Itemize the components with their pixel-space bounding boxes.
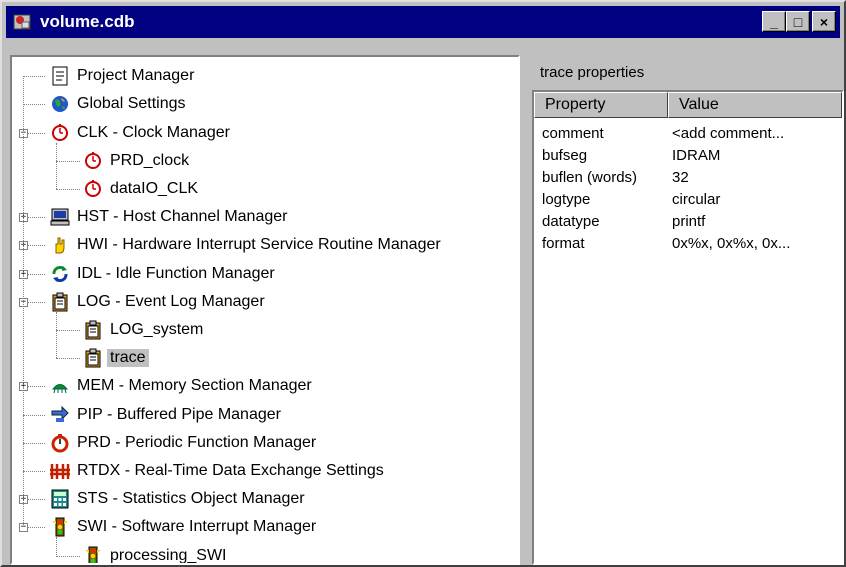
title-bar[interactable]: volume.cdb _ □ × — [6, 6, 840, 38]
tree-branch-line — [56, 537, 57, 556]
properties-list[interactable]: Property Value comment <add comment... buf… — [532, 90, 844, 565]
property-value: <add comment... — [672, 124, 785, 142]
pipe-icon — [49, 404, 71, 426]
tree-item-label: trace — [107, 349, 149, 368]
tree-item-label: LOG - Event Log Manager — [77, 292, 265, 310]
window-title: volume.cdb — [40, 12, 135, 31]
tree-item-label: Project Manager — [77, 67, 195, 85]
tree-item-label: IDL - Idle Function Manager — [77, 264, 275, 282]
property-row[interactable]: buflen (words) 32 — [542, 166, 689, 188]
traffic-light-icon — [82, 545, 104, 563]
tree-item-label: RTDX - Real-Time Data Exchange Settings — [77, 461, 384, 479]
property-row[interactable]: logtype circular — [542, 188, 720, 210]
tree-item-label: PRD - Periodic Function Manager — [77, 433, 317, 451]
clock-icon — [82, 178, 104, 200]
config-tree[interactable]: Project Manager Global Settings CLK - Cloc… — [10, 55, 520, 565]
traffic-light-icon — [49, 516, 71, 538]
tree-item-7[interactable]: IDL - Idle Function Manager — [25, 260, 275, 288]
tree-item-6[interactable]: HWI - Hardware Interrupt Service Routine… — [25, 231, 441, 259]
tree-item-label: MEM - Memory Section Manager — [77, 377, 312, 395]
tree-item-8[interactable]: LOG - Event Log Manager — [25, 288, 265, 316]
tree-item-15[interactable]: STS - Statistics Object Manager — [25, 485, 305, 513]
document-icon — [49, 65, 71, 87]
column-header-value[interactable]: Value — [668, 92, 842, 118]
tree-item-label: Global Settings — [77, 95, 186, 113]
tree-connector — [23, 104, 45, 105]
property-row[interactable]: datatype printf — [542, 210, 705, 232]
chip-icon — [49, 375, 71, 397]
clock-icon — [49, 122, 71, 144]
tree-connector — [56, 161, 80, 162]
tree-connector — [23, 471, 45, 472]
tree-connector — [23, 76, 45, 77]
loop-icon — [49, 263, 71, 285]
stopwatch-icon — [49, 432, 71, 454]
tree-item-label: CLK - Clock Manager — [77, 123, 230, 141]
property-row[interactable]: comment <add comment... — [542, 122, 784, 144]
close-button[interactable]: × — [812, 11, 836, 32]
property-name: buflen (words) — [542, 168, 638, 186]
property-value: 32 — [672, 168, 689, 186]
tree-item-label: STS - Statistics Object Manager — [77, 490, 305, 508]
tree-connector — [56, 330, 80, 331]
tree-item-label: PIP - Buffered Pipe Manager — [77, 405, 281, 423]
tree-item-13[interactable]: PRD - Periodic Function Manager — [25, 429, 316, 457]
tree-connector — [56, 358, 80, 359]
tree-item-14[interactable]: RTDX - Real-Time Data Exchange Settings — [25, 457, 384, 485]
properties-title: trace properties — [540, 63, 645, 81]
computer-icon — [49, 206, 71, 228]
property-value: 0x%x, 0x%x, 0x... — [672, 234, 791, 252]
tree-item-label: HWI - Hardware Interrupt Service Routine… — [77, 236, 441, 254]
window-controls: _ □ × — [762, 11, 836, 32]
property-name: logtype — [542, 190, 591, 208]
tree-item-16[interactable]: SWI - Software Interrupt Manager — [25, 513, 316, 541]
column-header-property[interactable]: Property — [534, 92, 668, 118]
property-name: format — [542, 234, 585, 252]
property-row[interactable]: bufseg IDRAM — [542, 144, 720, 166]
tree-item-17[interactable]: processing_SWI — [58, 542, 227, 564]
tree-item-0[interactable]: Project Manager — [25, 62, 194, 90]
tree-branch-line — [56, 142, 57, 189]
tree-item-label: LOG_system — [110, 320, 204, 338]
calculator-icon — [49, 488, 71, 510]
property-value: circular — [672, 190, 721, 208]
rtdx-icon — [49, 460, 71, 482]
tree-root-line — [23, 76, 24, 528]
tree-connector — [56, 189, 80, 190]
main-window: volume.cdb _ □ × Project Manager Global S… — [0, 0, 846, 567]
minimize-button[interactable]: _ — [762, 11, 786, 32]
tree-connector — [23, 415, 45, 416]
tree-branch-line — [56, 311, 57, 359]
globe-icon — [49, 93, 71, 115]
clipboard-icon — [82, 347, 104, 369]
minimize-icon: _ — [770, 13, 778, 30]
tree-item-label: PRD_clock — [110, 151, 190, 169]
tree-item-1[interactable]: Global Settings — [25, 90, 186, 118]
property-value: printf — [672, 212, 706, 230]
property-value: IDRAM — [672, 146, 721, 164]
tree-connector — [23, 443, 45, 444]
property-name: datatype — [542, 212, 600, 230]
tree-item-11[interactable]: MEM - Memory Section Manager — [25, 372, 312, 400]
property-name: comment — [542, 124, 604, 142]
tree-item-5[interactable]: HST - Host Channel Manager — [25, 203, 287, 231]
maximize-icon: □ — [793, 13, 803, 30]
tree-item-12[interactable]: PIP - Buffered Pipe Manager — [25, 401, 281, 429]
tree-item-label: dataIO_CLK — [110, 179, 199, 197]
property-row[interactable]: format 0x%x, 0x%x, 0x... — [542, 232, 790, 254]
clock-icon — [82, 150, 104, 172]
tree-connector — [56, 556, 80, 557]
tree-item-label: SWI - Software Interrupt Manager — [77, 518, 317, 536]
tree-item-label: processing_SWI — [110, 546, 227, 564]
clipboard-icon — [49, 291, 71, 313]
close-icon: × — [819, 13, 829, 30]
property-name: bufseg — [542, 146, 588, 164]
app-icon — [10, 10, 34, 34]
tree-item-label: HST - Host Channel Manager — [77, 208, 288, 226]
maximize-button[interactable]: □ — [786, 11, 810, 32]
hand-icon — [49, 234, 71, 256]
clipboard-icon — [82, 319, 104, 341]
